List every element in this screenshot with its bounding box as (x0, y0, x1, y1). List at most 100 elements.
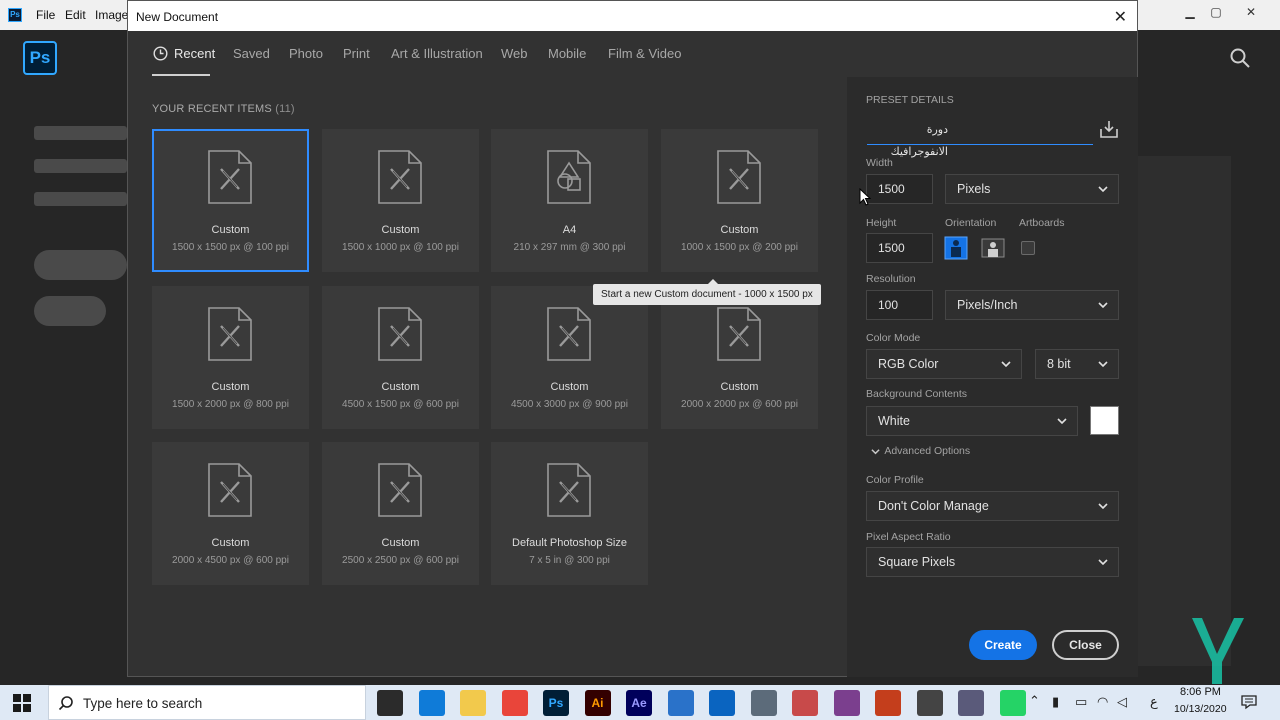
document-x-icon (208, 150, 252, 204)
windows-start-icon[interactable] (13, 694, 31, 712)
store-app-icon[interactable] (377, 690, 403, 716)
microphone-icon[interactable]: ▮ (1052, 694, 1059, 710)
media-app-icon[interactable] (958, 690, 984, 716)
tab-film-video[interactable]: Film & Video (608, 46, 681, 61)
tab-print[interactable]: Print (343, 46, 370, 61)
settings-app-icon[interactable] (916, 690, 943, 716)
chevron-down-icon (1098, 302, 1108, 309)
close-icon[interactable]: ✕ (1114, 7, 1127, 27)
resolution-input[interactable]: 100 (866, 290, 933, 320)
tab-mobile[interactable]: Mobile (548, 46, 586, 61)
recent-item-name: Custom (720, 224, 759, 236)
channel-watermark-logo (1192, 618, 1244, 684)
save-preset-icon[interactable] (1099, 119, 1119, 139)
home-placeholder-button (34, 250, 127, 280)
pixel-aspect-ratio-dropdown[interactable]: Square Pixels (866, 547, 1119, 577)
chrome-app-icon[interactable] (501, 690, 528, 716)
recent-item-card[interactable]: Custom 2000 x 2000 px @ 600 ppi (661, 286, 818, 429)
mail-app-icon[interactable] (667, 690, 694, 716)
taskbar-search-box[interactable]: Type here to search (48, 685, 366, 720)
chevron-down-icon (1098, 361, 1108, 368)
tab-art-illustration[interactable]: Art & Illustration (391, 46, 483, 61)
background-contents-dropdown[interactable]: White (866, 406, 1078, 436)
portrait-orientation-icon[interactable] (944, 236, 968, 260)
recent-item-card[interactable]: Custom 1500 x 2000 px @ 800 ppi (152, 286, 309, 429)
whatsapp-app-icon[interactable] (999, 690, 1026, 716)
close-button[interactable]: Close (1052, 630, 1119, 660)
create-button[interactable]: Create (969, 630, 1037, 660)
recent-item-card[interactable]: Custom 4500 x 1500 px @ 600 ppi (322, 286, 479, 429)
edge-app-icon[interactable] (418, 690, 445, 716)
color-mode-dropdown[interactable]: RGB Color (866, 349, 1022, 379)
chevron-up-icon[interactable]: ⌃ (1029, 693, 1040, 709)
recent-item-card[interactable]: Default Photoshop Size 7 x 5 in @ 300 ppi (491, 442, 648, 585)
recent-item-card[interactable]: Custom 1000 x 1500 px @ 200 ppi (661, 129, 818, 272)
recent-item-card[interactable]: Custom 4500 x 3000 px @ 900 ppi (491, 286, 648, 429)
color-profile-dropdown[interactable]: Don't Color Manage (866, 491, 1119, 521)
winrar-app-icon[interactable] (833, 690, 860, 716)
recent-item-dimensions: 7 x 5 in @ 300 ppi (529, 555, 610, 566)
recent-item-card[interactable]: Custom 1500 x 1500 px @ 100 ppi (152, 129, 309, 272)
artboards-checkbox[interactable] (1021, 241, 1035, 255)
recent-item-name: Custom (211, 224, 250, 236)
maximize-icon[interactable]: ▢ (1206, 4, 1226, 20)
tab-photo[interactable]: Photo (289, 46, 323, 61)
resolution-unit-value: Pixels/Inch (957, 298, 1018, 312)
menu-file[interactable]: File (36, 8, 55, 22)
bit-depth-dropdown[interactable]: 8 bit (1035, 349, 1119, 379)
recent-item-card[interactable]: A4 210 x 297 mm @ 300 ppi (491, 129, 648, 272)
recent-item-name: Custom (211, 537, 250, 549)
recent-item-dimensions: 2500 x 2500 px @ 600 ppi (342, 555, 459, 566)
recent-item-name: Custom (550, 381, 589, 393)
landscape-orientation-icon[interactable] (981, 236, 1005, 260)
outlook-app-icon[interactable] (709, 690, 735, 716)
search-icon[interactable] (1229, 47, 1251, 69)
clock-icon (153, 46, 168, 61)
tab-web[interactable]: Web (501, 46, 528, 61)
preset-tabs: Recent Saved Photo Print Art & Illustrat… (128, 31, 848, 77)
file-explorer-app-icon[interactable] (460, 690, 486, 716)
color-profile-value: Don't Color Manage (878, 499, 989, 513)
notification-center-icon[interactable] (1241, 694, 1257, 710)
document-x-icon (547, 307, 591, 361)
document-shapes-icon (547, 150, 591, 204)
background-color-swatch[interactable] (1090, 406, 1119, 435)
home-placeholder-button (34, 296, 106, 326)
recent-item-card[interactable]: Custom 2500 x 2500 px @ 600 ppi (322, 442, 479, 585)
powerpoint-app-icon[interactable] (875, 690, 901, 716)
recent-item-dimensions: 1500 x 1000 px @ 100 ppi (342, 242, 459, 253)
resolution-unit-dropdown[interactable]: Pixels/Inch (945, 290, 1119, 320)
recent-item-card[interactable]: Custom 2000 x 4500 px @ 600 ppi (152, 442, 309, 585)
home-content-panel (1137, 156, 1231, 666)
home-placeholder-line (34, 159, 127, 173)
advanced-options-label: Advanced Options (884, 445, 971, 457)
window-close-icon[interactable]: ✕ (1241, 4, 1261, 20)
recent-item-card[interactable]: Custom 1500 x 1000 px @ 100 ppi (322, 129, 479, 272)
wifi-icon[interactable]: ◠ (1097, 694, 1108, 710)
taskbar-clock-date[interactable]: 10/13/2020 (1174, 703, 1227, 715)
photoshop-logo: Ps (23, 41, 57, 75)
width-unit-dropdown[interactable]: Pixels (945, 174, 1119, 204)
menu-image[interactable]: Image (95, 8, 128, 22)
calculator-app-icon[interactable] (750, 690, 777, 716)
recent-item-name: Custom (381, 224, 420, 236)
menu-edit[interactable]: Edit (65, 8, 86, 22)
tab-saved[interactable]: Saved (233, 46, 270, 61)
illustrator-app-icon[interactable]: Ai (584, 690, 611, 716)
preset-name-field[interactable]: دورة الانفوجرافيك (867, 119, 1093, 158)
recent-item-dimensions: 1500 x 1500 px @ 100 ppi (172, 242, 289, 253)
taskbar-clock-time[interactable]: 8:06 PM (1180, 686, 1221, 698)
minimize-icon[interactable]: ▁ (1180, 4, 1200, 20)
advanced-options-toggle[interactable]: Advanced Options (871, 445, 970, 457)
recent-item-name: Custom (211, 381, 250, 393)
document-x-icon (378, 307, 422, 361)
snipping-app-icon[interactable] (792, 690, 818, 716)
photoshop-app-icon[interactable]: Ps (543, 690, 569, 716)
width-input[interactable]: 1500 (866, 174, 933, 204)
after-effects-app-icon[interactable]: Ae (626, 690, 652, 716)
volume-icon[interactable]: ◁ (1117, 694, 1127, 710)
tab-recent[interactable]: Recent (174, 46, 215, 61)
input-language-indicator[interactable]: ع (1150, 694, 1158, 710)
height-input[interactable]: 1500 (866, 233, 933, 263)
width-unit-value: Pixels (957, 182, 991, 196)
